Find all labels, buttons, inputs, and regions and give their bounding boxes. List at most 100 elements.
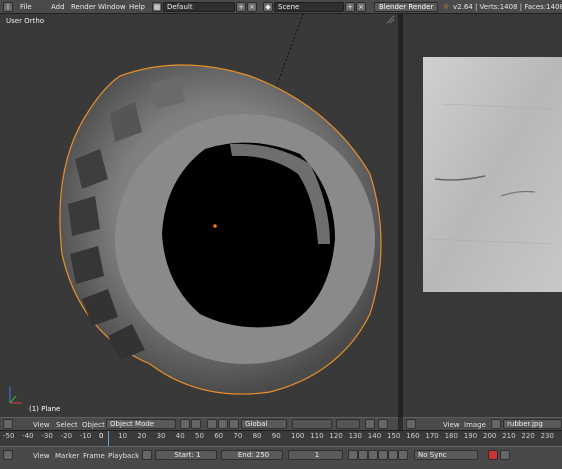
scene-field[interactable]: Scene bbox=[274, 2, 344, 12]
image-menu-image[interactable]: Image bbox=[464, 421, 486, 429]
image-menu-view[interactable]: View bbox=[443, 421, 460, 429]
3d-viewport[interactable]: User Ortho (1) Plane bbox=[0, 14, 398, 417]
editor-type-icon[interactable] bbox=[3, 419, 13, 429]
view3d-menu-select[interactable]: Select bbox=[56, 421, 78, 429]
timeline-tick: 110 bbox=[310, 432, 324, 440]
timeline-menu-view[interactable]: View bbox=[33, 452, 50, 460]
axis-y bbox=[9, 395, 17, 404]
timeline-tick: 210 bbox=[502, 432, 516, 440]
timeline-tick: 50 bbox=[195, 432, 204, 440]
play-reverse-icon[interactable] bbox=[368, 450, 378, 460]
viewport-canvas bbox=[9, 14, 382, 404]
remove-layout-button[interactable]: × bbox=[247, 2, 257, 12]
editor-type-icon[interactable] bbox=[3, 450, 13, 460]
timeline-header: View Marker Frame Playback Start: 1 End:… bbox=[0, 446, 562, 469]
remove-scene-button[interactable]: × bbox=[356, 2, 366, 12]
view3d-menu-view[interactable]: View bbox=[33, 421, 50, 429]
timeline-tick: 130 bbox=[348, 432, 362, 440]
object-origin bbox=[213, 224, 217, 228]
timeline-tick: 200 bbox=[483, 432, 497, 440]
start-frame-field[interactable]: Start: 1 bbox=[155, 450, 217, 460]
editor-type-icon[interactable]: i bbox=[3, 2, 13, 12]
record-icon[interactable] bbox=[488, 450, 498, 460]
info-header: i File Add Render Window Help ▦ Default … bbox=[0, 0, 562, 14]
render-preview-icon[interactable] bbox=[378, 419, 388, 429]
image-name-field[interactable]: rubber.jpg bbox=[503, 419, 562, 429]
timeline-tick: 140 bbox=[367, 432, 382, 440]
timeline-tick: 30 bbox=[156, 432, 166, 440]
timeline-tick: 150 bbox=[387, 432, 401, 440]
timeline-tick: -10 bbox=[79, 432, 92, 440]
view3d-header: View Select Object Object Mode Global bbox=[0, 417, 398, 430]
view-mode-label: User Ortho bbox=[6, 17, 45, 25]
menu-render[interactable]: Render bbox=[71, 3, 96, 11]
layers-grid[interactable] bbox=[292, 419, 332, 429]
timeline-tick: 20 bbox=[137, 432, 147, 440]
pivot-icon[interactable] bbox=[191, 419, 201, 429]
menu-help[interactable]: Help bbox=[129, 3, 145, 11]
mode-dropdown[interactable]: Object Mode bbox=[106, 419, 176, 429]
timeline-tick: 10 bbox=[118, 432, 128, 440]
image-editor-header: View Image rubber.jpg bbox=[403, 417, 562, 430]
scene-icon[interactable]: ◆ bbox=[263, 2, 273, 12]
timeline-menu-playback[interactable]: Playback bbox=[108, 452, 139, 460]
blender-logo-icon: ☼ bbox=[443, 3, 450, 11]
timeline-tick: 70 bbox=[233, 432, 243, 440]
jump-end-icon[interactable] bbox=[398, 450, 408, 460]
play-icon[interactable] bbox=[378, 450, 388, 460]
timeline-tick: -40 bbox=[22, 432, 34, 440]
view3d-menu-object[interactable]: Object bbox=[82, 421, 105, 429]
timeline-tick: 40 bbox=[175, 432, 185, 440]
menu-file[interactable]: File bbox=[20, 3, 32, 11]
timeline-tick: 230 bbox=[540, 432, 554, 440]
menu-add[interactable]: Add bbox=[51, 3, 65, 11]
end-frame-field[interactable]: End: 250 bbox=[221, 450, 283, 460]
timeline-tick: -30 bbox=[41, 432, 53, 440]
next-key-icon[interactable] bbox=[388, 450, 398, 460]
menu-window[interactable]: Window bbox=[98, 3, 126, 11]
add-layout-button[interactable]: + bbox=[236, 2, 246, 12]
layers-grid-2[interactable] bbox=[336, 419, 360, 429]
timeline-menu-marker[interactable]: Marker bbox=[55, 452, 79, 460]
rotate-icon[interactable] bbox=[229, 419, 239, 429]
render-engine-dropdown[interactable]: Blender Render bbox=[374, 2, 438, 12]
timeline-tick: 190 bbox=[463, 432, 478, 440]
range-icon[interactable] bbox=[142, 450, 152, 460]
translate-icon[interactable] bbox=[218, 419, 228, 429]
timeline-tick: 90 bbox=[271, 432, 281, 440]
add-scene-button[interactable]: + bbox=[345, 2, 355, 12]
timeline-tick: 180 bbox=[444, 432, 458, 440]
keying-set-icon[interactable] bbox=[500, 450, 510, 460]
manipulator-icon[interactable] bbox=[207, 419, 217, 429]
timeline-tick: 0 bbox=[99, 432, 104, 440]
sync-dropdown[interactable]: No Sync bbox=[414, 450, 478, 460]
timeline-tick: -50 bbox=[3, 432, 15, 440]
current-frame-field[interactable]: 1 bbox=[288, 450, 343, 460]
active-object-label: (1) Plane bbox=[29, 405, 61, 413]
transform-orientation-dropdown[interactable]: Global bbox=[241, 419, 287, 429]
timeline-tick: 60 bbox=[214, 432, 224, 440]
screen-layout-icon[interactable]: ▦ bbox=[152, 2, 162, 12]
snap-icon[interactable] bbox=[365, 419, 375, 429]
timeline-menu-frame[interactable]: Frame bbox=[83, 452, 105, 460]
timeline-tick: 160 bbox=[406, 432, 420, 440]
current-frame-line[interactable] bbox=[108, 431, 109, 446]
timeline-tick: 80 bbox=[252, 432, 262, 440]
image-canvas bbox=[423, 57, 562, 292]
timeline-tick: 120 bbox=[329, 432, 343, 440]
timeline-tick: 220 bbox=[521, 432, 535, 440]
image-browse-icon[interactable] bbox=[491, 419, 501, 429]
rubber-texture bbox=[423, 57, 562, 292]
shading-icon[interactable] bbox=[180, 419, 190, 429]
screen-layout-field[interactable]: Default bbox=[163, 2, 235, 12]
scene-stats: v2.64 | Verts:1408 | Faces:1408 | bbox=[453, 3, 562, 11]
uv-image-editor[interactable] bbox=[403, 14, 562, 417]
timeline-tick: 100 bbox=[291, 432, 305, 440]
timeline-tick: -20 bbox=[60, 432, 73, 440]
timeline-ruler[interactable]: -50 -40 -30 -20 -10 0 10 20 30 40 50 60 70 80 90 100 110… bbox=[0, 430, 562, 446]
jump-start-icon[interactable] bbox=[348, 450, 358, 460]
area-split-corner-icon[interactable] bbox=[386, 15, 395, 24]
timeline-tick: 170 bbox=[425, 432, 439, 440]
editor-type-icon[interactable] bbox=[406, 419, 416, 429]
prev-key-icon[interactable] bbox=[358, 450, 368, 460]
